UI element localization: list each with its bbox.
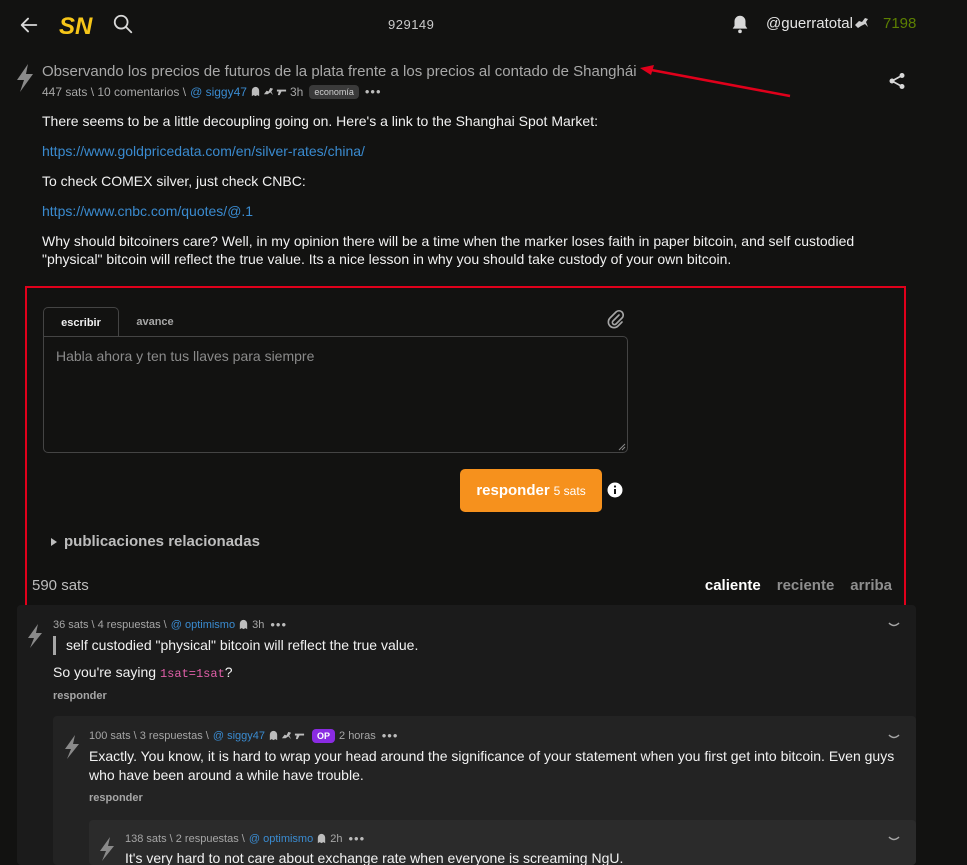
sort-hot-tab[interactable]: caliente xyxy=(705,577,761,594)
post-age[interactable]: 3h xyxy=(290,85,303,99)
collapse-chevron-icon[interactable] xyxy=(888,733,900,741)
comment-stats[interactable]: 36 sats \ 4 respuestas \ xyxy=(53,619,167,631)
shanghai-spot-link[interactable]: https://www.goldpricedata.com/en/silver-… xyxy=(42,143,365,159)
user-sats-balance[interactable]: 7198 xyxy=(883,15,916,32)
svg-text:SN: SN xyxy=(59,13,93,40)
comment-text: It's very hard to not care about exchang… xyxy=(125,850,624,865)
share-icon[interactable] xyxy=(888,72,906,90)
comment-body: self custodied "physical" bitcoin will r… xyxy=(53,636,418,655)
horse-hat-icon xyxy=(263,87,274,96)
reply-button[interactable]: responder 5 sats xyxy=(460,469,602,512)
comment-age[interactable]: 3h xyxy=(252,619,264,631)
author-hats xyxy=(268,730,305,741)
comment-author[interactable]: @ siggy47 xyxy=(213,730,265,742)
comment-age[interactable]: 2 horas xyxy=(339,730,376,742)
reply-button-cost: 5 sats xyxy=(553,483,586,498)
reply-textarea[interactable] xyxy=(43,336,628,453)
comment-stats[interactable]: 100 sats \ 3 respuestas \ xyxy=(89,730,209,742)
comment-meta: 100 sats \ 3 respuestas \ @ siggy47 OP 2… xyxy=(89,728,398,743)
top-nav: SN 929149 @guerratotal 7198 xyxy=(0,0,967,50)
comment-sort-tabs: caliente reciente arriba xyxy=(705,577,892,594)
comment-text: Exactly. You know, it is hard to wrap yo… xyxy=(89,748,895,783)
more-options-icon[interactable]: ••• xyxy=(365,84,382,99)
upvote-bolt-icon[interactable] xyxy=(62,734,82,760)
bell-icon[interactable] xyxy=(729,13,751,35)
comments-total-sats: 590 sats xyxy=(32,577,89,594)
resize-grip-icon[interactable] xyxy=(616,441,626,451)
reply-button-label: responder xyxy=(476,482,550,499)
block-height: 929149 xyxy=(388,17,435,32)
tab-write[interactable]: escribir xyxy=(43,307,119,337)
sort-recent-tab[interactable]: reciente xyxy=(777,577,835,594)
upvote-bolt-icon[interactable] xyxy=(97,836,117,862)
comment-body: So you're saying 1sat=1sat? xyxy=(53,663,233,684)
user-handle[interactable]: @guerratotal xyxy=(766,15,853,32)
post-tag-badge[interactable]: economía xyxy=(309,84,359,99)
post-title[interactable]: Observando los precios de futuros de la … xyxy=(42,63,637,80)
ghost-hat-icon xyxy=(318,833,326,844)
inline-code: 1sat=1sat xyxy=(159,667,225,681)
comment-reply-link[interactable]: responder xyxy=(53,690,107,702)
ghost-hat-icon xyxy=(239,619,248,630)
post-author[interactable]: @ siggy47 xyxy=(190,85,247,99)
author-hats xyxy=(316,833,327,844)
sort-top-tab[interactable]: arriba xyxy=(850,577,892,594)
comment-text: So you're saying xyxy=(53,664,160,680)
comment-quote: self custodied "physical" bitcoin will r… xyxy=(53,636,418,655)
upvote-bolt-icon[interactable] xyxy=(14,63,36,93)
post-meta: 447 sats \ 10 comentarios \ @ siggy47 3h… xyxy=(42,84,382,99)
related-posts-label: publicaciones relacionadas xyxy=(64,533,260,550)
search-icon[interactable] xyxy=(112,13,134,35)
author-hats xyxy=(250,86,287,97)
horse-hat-icon xyxy=(281,731,292,740)
cnbc-link[interactable]: https://www.cnbc.com/quotes/@.1 xyxy=(42,203,253,219)
upvote-bolt-icon[interactable] xyxy=(25,623,45,649)
comment-stats[interactable]: 138 sats \ 2 respuestas \ xyxy=(125,833,245,845)
comment-age[interactable]: 2h xyxy=(330,833,342,845)
comment-author[interactable]: @ optimismo xyxy=(171,619,235,631)
related-posts-toggle[interactable]: publicaciones relacionadas xyxy=(50,533,260,550)
more-options-icon[interactable]: ••• xyxy=(270,617,287,632)
author-hats xyxy=(238,619,249,630)
ghost-hat-icon xyxy=(269,730,278,741)
comment-meta: 36 sats \ 4 respuestas \ @ optimismo 3h … xyxy=(53,617,287,632)
post-paragraph: Why should bitcoiners care? Well, in my … xyxy=(42,233,855,267)
stacker-news-logo[interactable]: SN xyxy=(57,9,93,41)
comment-reply-link[interactable]: responder xyxy=(89,792,143,804)
post-stats[interactable]: 447 sats \ 10 comentarios \ xyxy=(42,85,186,99)
gun-hat-icon xyxy=(276,89,287,96)
caret-right-icon xyxy=(51,537,57,546)
arrow-left-icon[interactable] xyxy=(18,14,40,36)
collapse-chevron-icon[interactable] xyxy=(888,621,900,629)
tab-preview[interactable]: avance xyxy=(125,307,185,337)
post-body: There seems to be a little decoupling go… xyxy=(42,112,872,280)
gun-hat-icon xyxy=(294,733,305,740)
ghost-hat-icon xyxy=(251,86,260,97)
op-badge: OP xyxy=(312,728,336,743)
comment-meta: 138 sats \ 2 respuestas \ @ optimismo 2h… xyxy=(125,831,365,846)
cowboy-horse-icon xyxy=(855,18,868,28)
comment-text: ? xyxy=(224,664,233,680)
paperclip-icon[interactable] xyxy=(606,309,624,329)
post-paragraph: To check COMEX silver, just check CNBC: xyxy=(42,173,306,189)
annotation-arrow xyxy=(640,65,791,98)
info-icon[interactable] xyxy=(607,482,623,498)
more-options-icon[interactable]: ••• xyxy=(382,728,399,743)
more-options-icon[interactable]: ••• xyxy=(348,831,365,846)
comment-author[interactable]: @ optimismo xyxy=(249,833,313,845)
post-paragraph: There seems to be a little decoupling go… xyxy=(42,113,599,129)
collapse-chevron-icon[interactable] xyxy=(888,835,900,843)
